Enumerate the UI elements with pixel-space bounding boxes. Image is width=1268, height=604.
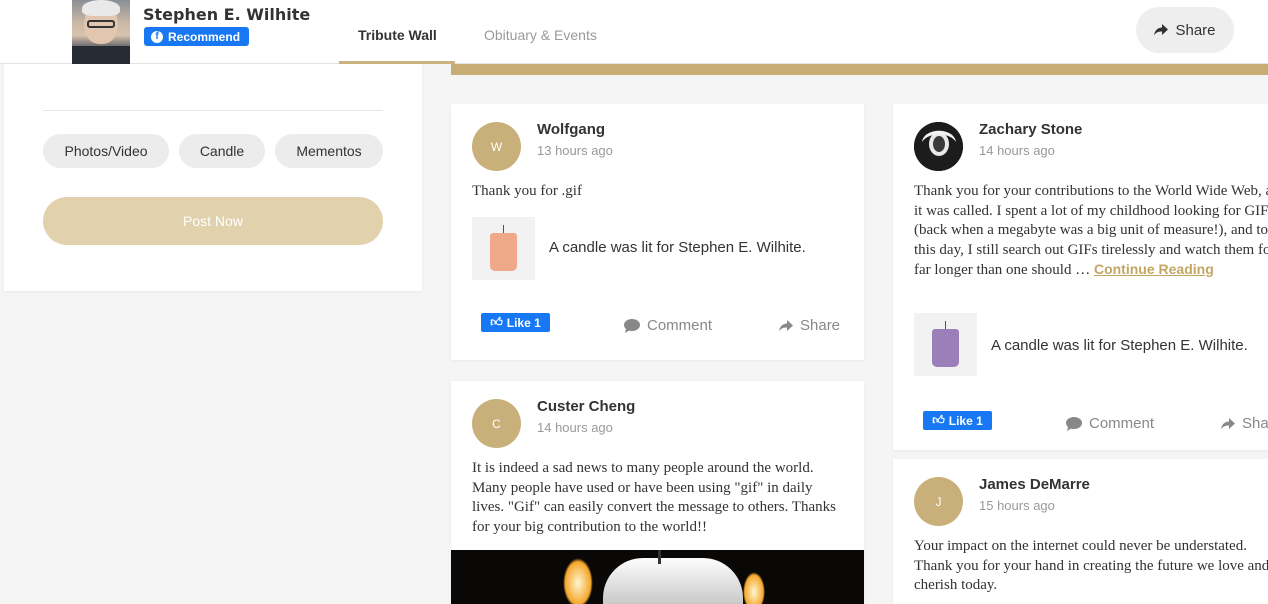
recommend-label: Recommend [168,29,241,44]
post-time: 14 hours ago [537,420,613,435]
share-label: Share [800,317,841,334]
candle-lit-text: A candle was lit for Stephen E. Wilhite. [549,239,806,256]
composer-divider [43,110,383,111]
avatar [914,122,963,171]
tab-obituary-events[interactable]: Obituary & Events [484,27,597,43]
photos-video-button[interactable]: Photos/Video [43,134,169,168]
post-now-button[interactable]: Post Now [43,197,383,245]
comment-icon [624,318,640,333]
facebook-like-button[interactable]: 👍︎ Like 1 [481,313,550,332]
tribute-post: C Custer Cheng 14 hours ago It is indeed… [451,381,864,604]
deceased-name: Stephen E. Wilhite [143,5,311,24]
continue-reading-link[interactable]: Continue Reading [1094,261,1214,277]
candle-image [472,217,535,280]
tribute-composer: Photos/Video Candle Mementos Post Now [4,64,422,291]
comment-icon [1066,416,1082,431]
post-author: James DeMarre [979,476,1090,493]
candle-glass [932,329,959,367]
candle-glass [490,233,517,271]
thumbs-up-icon: 👍︎ [490,315,503,329]
candle-lit-text: A candle was lit for Stephen E. Wilhite. [991,337,1248,354]
share-label: Share [1175,21,1216,39]
post-message: Thank you for your contributions to the … [914,182,1268,281]
tribute-post: W Wolfgang 13 hours ago Thank you for .g… [451,104,864,360]
page-header: Stephen E. Wilhite f Recommend Tribute W… [0,0,1268,64]
tribute-post: J James DeMarre 15 hours ago Your impact… [893,459,1268,604]
post-time: 14 hours ago [979,143,1055,158]
post-author: Wolfgang [537,121,606,138]
avatar: C [472,399,521,448]
comment-label: Comment [647,317,713,334]
ellipsis: … [1075,262,1091,278]
candle-image [914,313,977,376]
avatar: J [914,477,963,526]
post-author: Custer Cheng [537,398,636,415]
share-button[interactable]: Share [1136,7,1234,53]
facebook-recommend-button[interactable]: f Recommend [144,27,249,46]
avatar: W [472,122,521,171]
share-arrow-icon [779,319,793,331]
avatar-photo [914,122,963,171]
like-label: Like 1 [506,315,541,330]
share-label: Share [1242,415,1268,432]
share-arrow-icon [1154,24,1169,36]
comment-button[interactable]: Comment [1066,415,1154,432]
facebook-icon: f [151,30,163,43]
post-message: Your impact on the internet could never … [914,538,1268,593]
share-arrow-icon [1221,417,1235,429]
post-message: It is indeed a sad news to many people a… [472,460,836,535]
like-label: Like 1 [948,413,983,428]
post-author: Zachary Stone [979,121,1083,138]
profile-photo [72,0,130,64]
tribute-post: Zachary Stone 14 hours ago Thank you for… [893,104,1268,450]
post-share-button[interactable]: Share [779,317,840,334]
mementos-button[interactable]: Mementos [275,134,383,168]
comment-label: Comment [1089,415,1155,432]
post-time: 13 hours ago [537,143,613,158]
candle-button[interactable]: Candle [179,134,265,168]
tab-tribute-wall[interactable]: Tribute Wall [358,27,437,43]
post-message-text: Thank you for your contributions to the … [914,183,1268,278]
post-share-button[interactable]: Share [1221,415,1268,432]
candle-photo [451,550,864,604]
comment-button[interactable]: Comment [624,317,712,334]
thumbs-up-icon: 👍︎ [932,413,945,427]
post-time: 15 hours ago [979,498,1055,513]
gold-divider [451,64,1268,75]
facebook-like-button[interactable]: 👍︎ Like 1 [923,411,992,430]
post-message: Thank you for .gif [472,183,582,199]
